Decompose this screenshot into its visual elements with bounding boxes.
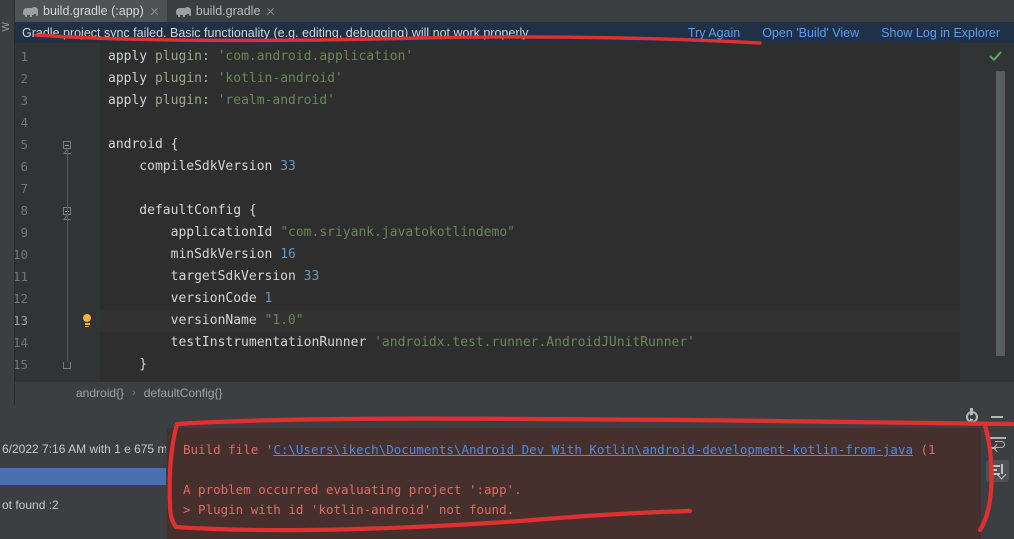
open-build-view-link[interactable]: Open 'Build' View xyxy=(762,26,859,40)
chevron-right-icon: › xyxy=(132,387,136,399)
breadcrumb-item-android[interactable]: android{} xyxy=(76,386,124,400)
code-line: testInstrumentationRunner 'androidx.test… xyxy=(108,335,696,350)
editor-tab-bar: build.gradle (:app) build.gradle xyxy=(0,0,1014,22)
minimize-icon[interactable] xyxy=(991,416,1003,418)
code-line: } xyxy=(108,357,148,372)
left-tool-strip-label: W xyxy=(1,22,12,32)
code-line: compileSdkVersion 33 xyxy=(108,159,296,174)
show-log-in-explorer-link[interactable]: Show Log in Explorer xyxy=(881,26,1000,40)
code-line: applicationId "com.sriyank.javatokotlind… xyxy=(108,225,515,240)
code-line: versionName "1.0" xyxy=(108,313,304,328)
gradle-sync-failed-banner: Gradle project sync failed. Basic functi… xyxy=(14,22,1014,43)
code-line: targetSdkVersion 33 xyxy=(108,269,320,284)
build-tree-row[interactable]: ot found :2 xyxy=(0,496,166,513)
editor-tab-build-gradle[interactable]: build.gradle xyxy=(167,0,284,22)
error-line-2: > Plugin with id 'kotlin-android' not fo… xyxy=(183,502,515,517)
close-icon[interactable] xyxy=(149,6,160,17)
build-tool-window: 6/2022 7:16 AM with 1 e 675 ms ot found :… xyxy=(0,404,1014,539)
editor-gutter[interactable]: 1 2 3 4 5 6 7 8 9 10 11 12 13 14 15 xyxy=(0,43,100,382)
code-line: apply plugin: 'kotlin-android' xyxy=(108,71,343,86)
close-icon[interactable] xyxy=(265,6,276,17)
editor-tab-label: build.gradle (:app) xyxy=(43,4,144,18)
code-line: apply plugin: 'com.android.application' xyxy=(108,49,414,64)
code-line: defaultConfig { xyxy=(108,203,257,218)
build-panel-toolbar xyxy=(981,428,1014,539)
inspection-ok-checkmark-icon xyxy=(989,52,1003,64)
soft-wrap-icon[interactable] xyxy=(988,436,1006,452)
code-fold-connector xyxy=(67,150,68,362)
intention-lightbulb-icon[interactable] xyxy=(81,314,93,328)
scroll-to-end-icon[interactable] xyxy=(986,460,1009,482)
build-file-path-link[interactable]: C:\Users\ikech\Documents\Android Dev Wit… xyxy=(273,442,913,457)
code-line: android { xyxy=(108,137,179,152)
editor-code-area[interactable]: apply plugin: 'com.android.application' a… xyxy=(100,43,960,382)
code-line: apply plugin: 'realm-android' xyxy=(108,93,335,108)
code-editor[interactable]: 1 2 3 4 5 6 7 8 9 10 11 12 13 14 15 apply plugin: 'com… xyxy=(0,43,1014,382)
code-line: versionCode 1 xyxy=(108,291,273,306)
build-file-prefix: Build file ' xyxy=(183,442,274,457)
build-tree-row-selected[interactable] xyxy=(0,468,166,485)
left-tool-strip[interactable]: W xyxy=(0,0,15,405)
breadcrumb: android{} › defaultConfig{} xyxy=(0,382,1014,404)
build-tree-pane[interactable]: 6/2022 7:16 AM with 1 e 675 ms ot found :… xyxy=(0,428,166,539)
editor-tab-build-gradle-app[interactable]: build.gradle (:app) xyxy=(14,0,167,22)
code-line: minSdkVersion 16 xyxy=(108,247,296,262)
gear-icon[interactable] xyxy=(964,408,979,425)
editor-tab-label: build.gradle xyxy=(195,4,261,18)
build-file-suffix: (1 xyxy=(913,442,936,457)
ide-window: W build.gradle (:app) build.gradle Gradl… xyxy=(0,0,1014,539)
banner-actions: Try Again Open 'Build' View Show Log in … xyxy=(688,26,1006,40)
build-panel-header xyxy=(0,404,1014,428)
editor-right-gutter[interactable] xyxy=(960,43,1014,382)
breadcrumb-item-defaultconfig[interactable]: defaultConfig{} xyxy=(144,386,223,400)
build-console[interactable]: Build file 'C:\Users\ikech\Documents\And… xyxy=(167,428,981,539)
error-line-1: A problem occurred evaluating project ':… xyxy=(183,482,522,497)
build-file-line: Build file 'C:\Users\ikech\Documents\And… xyxy=(183,442,936,457)
try-again-link[interactable]: Try Again xyxy=(688,26,740,40)
gradle-elephant-icon xyxy=(175,6,191,17)
build-tree-row[interactable]: 6/2022 7:16 AM with 1 e 675 ms xyxy=(0,440,166,457)
gradle-elephant-icon xyxy=(23,6,38,17)
banner-message: Gradle project sync failed. Basic functi… xyxy=(22,25,532,40)
editor-vertical-scrollbar[interactable] xyxy=(996,71,1005,356)
